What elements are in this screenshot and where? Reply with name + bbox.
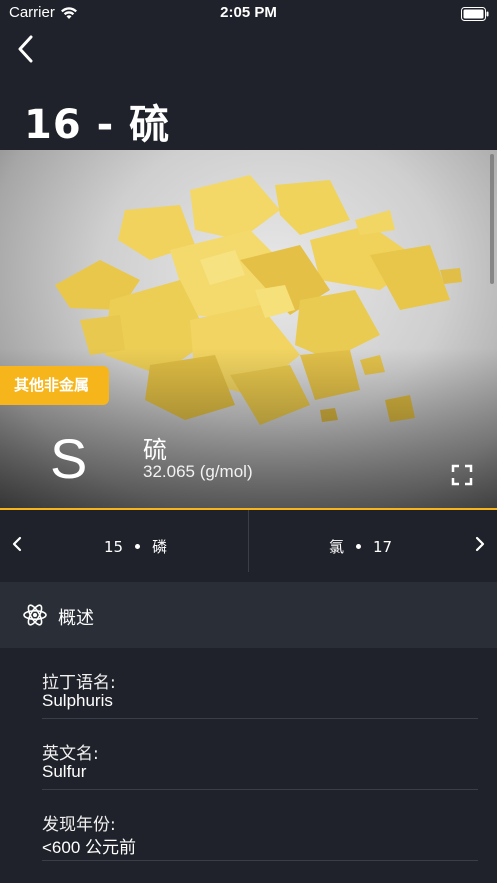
- atom-icon: [22, 602, 48, 632]
- back-button[interactable]: [10, 34, 40, 68]
- info-label: 英文名:: [42, 744, 99, 764]
- element-symbol: S: [50, 427, 88, 490]
- chevron-left-icon: [16, 35, 34, 67]
- element-image: 其他非金属 S 硫 32.065 (g/mol): [0, 150, 497, 508]
- element-name: 硫: [143, 436, 167, 464]
- info-value: <600 公元前: [42, 838, 137, 857]
- section-title: 概述: [58, 608, 94, 629]
- info-label: 拉丁语名:: [42, 673, 116, 693]
- element-navigation: 15 磷 氯 17: [0, 510, 497, 581]
- overview-section-header[interactable]: 概述: [0, 582, 497, 648]
- status-time: 2:05 PM: [220, 4, 277, 21]
- list-item: 英文名: Sulfur: [42, 719, 478, 790]
- info-list: 拉丁语名: Sulphuris 英文名: Sulfur 发现年份: <600 公…: [0, 648, 497, 861]
- prev-element-button[interactable]: 15 磷: [0, 510, 248, 581]
- next-element-number: 17: [373, 537, 393, 556]
- element-mass: 32.065 (g/mol): [143, 462, 253, 481]
- prev-element-label: 15 磷: [104, 536, 167, 557]
- chevron-right-icon: [475, 536, 485, 556]
- page-title: 16 - 硫: [24, 102, 171, 148]
- list-item: 拉丁语名: Sulphuris: [42, 648, 478, 719]
- status-bar: Carrier 2:05 PM: [0, 0, 497, 26]
- scroll-indicator: [490, 154, 494, 284]
- list-item: 发现年份: <600 公元前: [42, 790, 478, 861]
- next-element-button[interactable]: 氯 17: [249, 510, 497, 581]
- info-value: Sulfur: [42, 762, 87, 781]
- fullscreen-icon[interactable]: [451, 464, 473, 490]
- next-element-name: 氯: [329, 538, 345, 556]
- separator-dot: [356, 544, 362, 549]
- category-badge: 其他非金属: [0, 366, 109, 405]
- info-value: Sulphuris: [42, 691, 113, 710]
- info-label: 发现年份:: [42, 815, 116, 835]
- battery-icon: [461, 6, 489, 25]
- separator-dot: [135, 544, 141, 549]
- prev-element-number: 15: [104, 537, 124, 556]
- prev-element-name: 磷: [152, 538, 168, 556]
- next-element-label: 氯 17: [329, 536, 392, 557]
- chevron-left-icon: [12, 536, 22, 556]
